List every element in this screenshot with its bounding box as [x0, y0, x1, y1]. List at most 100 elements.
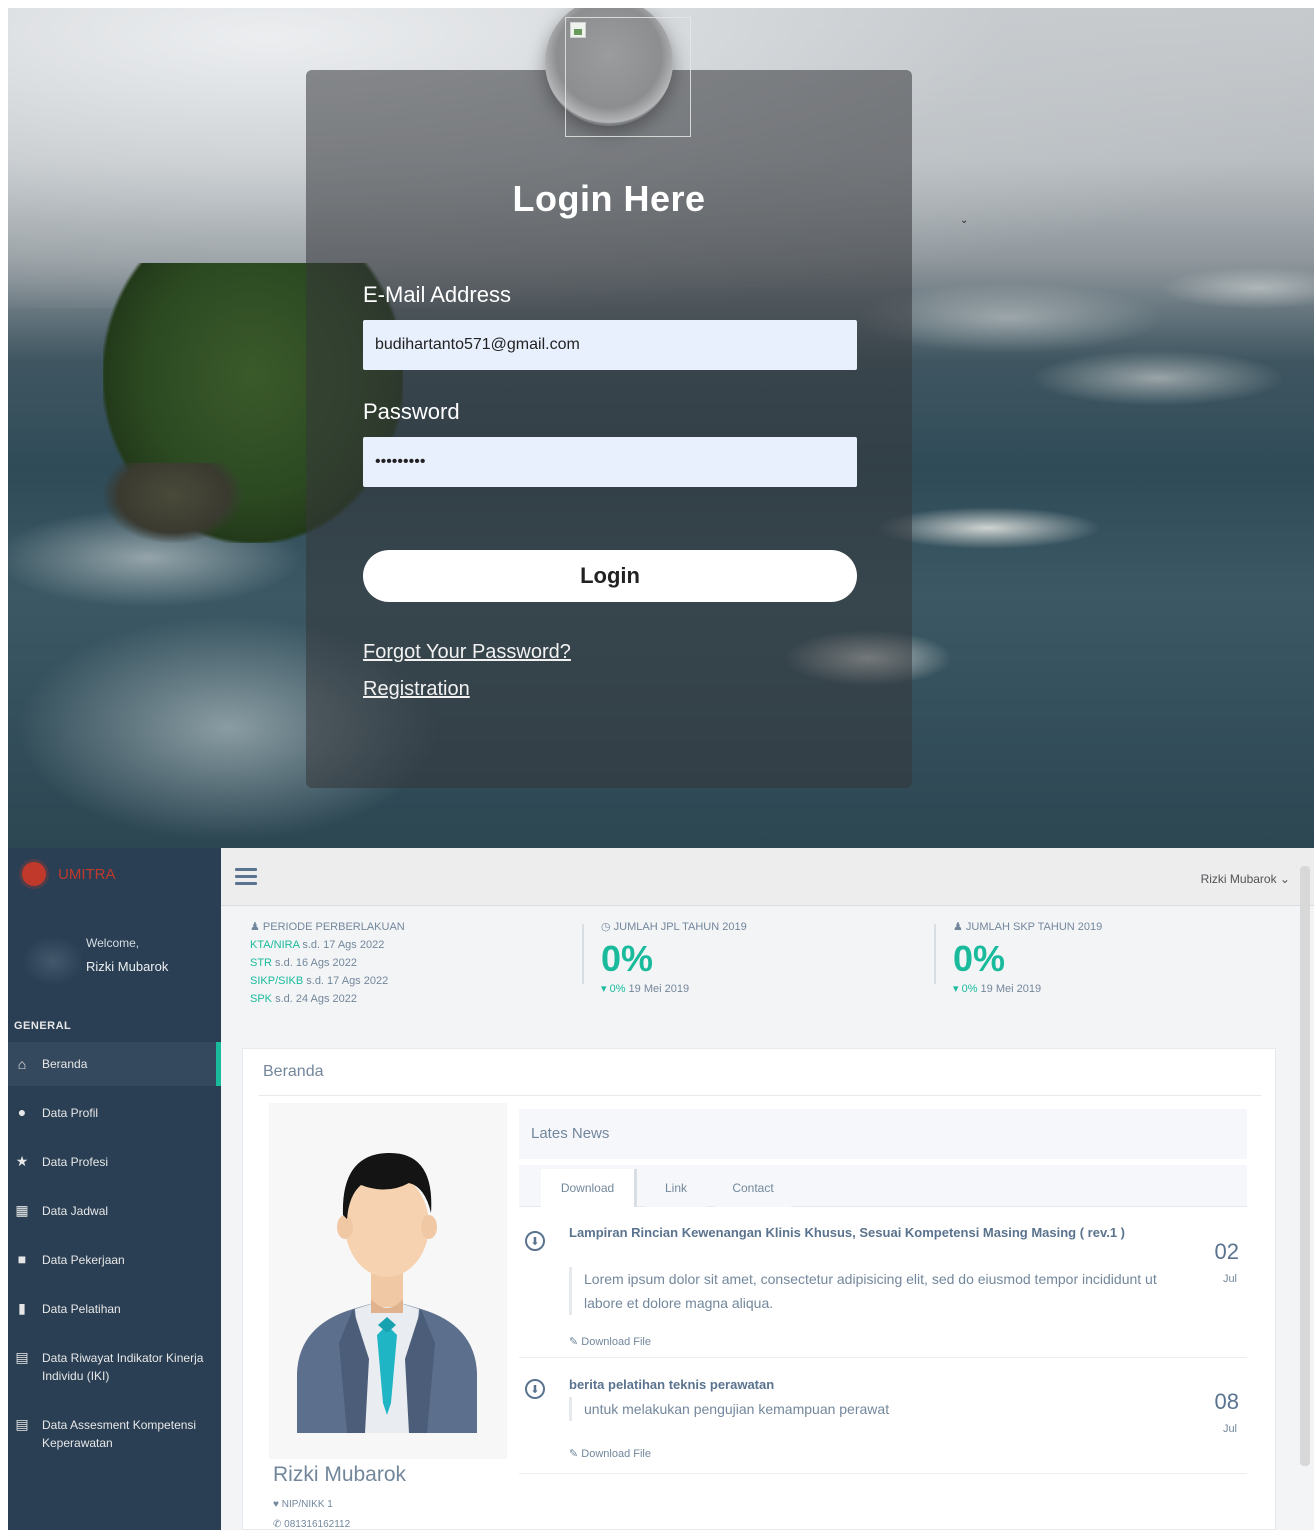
news-month: Jul — [1222, 1273, 1237, 1285]
user-avatar-illustration — [297, 1152, 477, 1433]
sidebar-item-label: Data Jadwal — [42, 1204, 109, 1218]
sidebar-item-label: Data Pekerjaan — [42, 1253, 125, 1267]
login-button[interactable]: Login — [363, 550, 857, 602]
sidebar: UMITRA Welcome, Rizki Mubarok GENERAL ⌂ … — [8, 848, 221, 1530]
periode-line: STR s.d. 16 Ags 2022 — [250, 954, 388, 972]
stats-tiles: ♟ PERIODE PERBERLAKUAN KTA/NIRA s.d. 17 … — [221, 914, 1314, 1014]
profile-nip: ♥ NIP/NIKK 1 — [273, 1499, 333, 1510]
top-navbar: Rizki Mubarok ⌄ — [221, 848, 1314, 906]
periode-date: s.d. 17 Ags 2022 — [303, 975, 389, 987]
download-file-link[interactable]: ✎ Download File — [569, 1335, 651, 1348]
news-divider — [519, 1357, 1247, 1358]
tab-download[interactable]: Download — [541, 1169, 637, 1207]
tile-periode-lines: KTA/NIRA s.d. 17 Ags 2022 STR s.d. 16 Ag… — [250, 936, 388, 1008]
email-field[interactable]: budihartanto571@gmail.com — [363, 320, 857, 370]
periode-line: KTA/NIRA s.d. 17 Ags 2022 — [250, 936, 388, 954]
dashboard-screen: UMITRA Welcome, Rizki Mubarok GENERAL ⌂ … — [8, 848, 1314, 1530]
news-header: Lates News — [519, 1109, 1247, 1159]
periode-date: s.d. 17 Ags 2022 — [299, 939, 385, 951]
sidebar-item-data-pelatihan[interactable]: ▮ Data Pelatihan — [8, 1300, 221, 1318]
panel-title: Beranda — [263, 1063, 324, 1080]
sidebar-item-label: Data Riwayat Indikator Kinerja Individu … — [42, 1351, 204, 1383]
periode-key[interactable]: SIKP/SIKB — [250, 975, 303, 987]
sidebar-item-label: Data Pelatihan — [42, 1302, 121, 1316]
sidebar-item-label: Data Profesi — [42, 1155, 109, 1169]
welcome-text: Welcome, — [86, 936, 140, 950]
sidebar-avatar — [22, 936, 84, 986]
beranda-panel: Beranda Rizki Mubarok ♥ NIP/NIKK 1 ✆ 081… — [242, 1048, 1276, 1530]
tile-jpl-sub: ▾ 0% 19 Mei 2019 — [601, 982, 689, 995]
tile-skp-value: 0% — [953, 938, 1006, 979]
tile-skp-date: 19 Mei 2019 — [977, 983, 1042, 995]
bookmark-icon: ▮ — [18, 1300, 26, 1316]
forgot-password-link[interactable]: Forgot Your Password? — [363, 641, 571, 664]
news-excerpt: Lorem ipsum dolor sit amet, consectetur … — [569, 1267, 1189, 1315]
tile-jpl-change: ▾ 0% — [601, 983, 626, 995]
sidebar-item-beranda[interactable]: ⌂ Beranda — [8, 1042, 221, 1086]
periode-date: s.d. 16 Ags 2022 — [272, 957, 358, 969]
file-icon: ▤ — [15, 1349, 29, 1365]
news-divider — [519, 1473, 1247, 1474]
sidebar-item-data-profesi[interactable]: ★ Data Profesi — [8, 1153, 221, 1171]
user-icon: ● — [17, 1104, 27, 1120]
news-day: 08 — [1214, 1389, 1239, 1414]
profile-phone: ✆ 081316162112 — [273, 1519, 351, 1530]
panel-divider — [259, 1095, 1261, 1096]
star-icon: ★ — [15, 1153, 29, 1169]
email-label: E-Mail Address — [363, 282, 511, 307]
tab-contact[interactable]: Contact — [715, 1169, 791, 1207]
bird-icon: ⌄ — [960, 215, 969, 226]
tile-jpl-title: ◷ JUMLAH JPL TAHUN 2019 — [601, 921, 747, 933]
calendar-icon: ▦ — [15, 1202, 29, 1218]
briefcase-icon: ■ — [17, 1251, 27, 1267]
news-month: Jul — [1222, 1423, 1237, 1435]
profile-name: Rizki Mubarok — [273, 1463, 407, 1486]
page-scrollbar[interactable] — [1300, 866, 1310, 1466]
sidebar-item-data-assesment[interactable]: ▤ Data Assesment Kompetensi Keperawatan — [8, 1416, 213, 1452]
news-excerpt: untuk melakukan pengujian kemampuan pera… — [569, 1397, 1189, 1421]
sidebar-item-label: Beranda — [42, 1057, 88, 1071]
tile-skp-sub: ▾ 0% 19 Mei 2019 — [953, 982, 1041, 995]
sidebar-item-data-profil[interactable]: ● Data Profil — [8, 1104, 221, 1122]
profile-picture — [269, 1103, 507, 1459]
download-file-link[interactable]: ✎ Download File — [569, 1447, 651, 1460]
news-title: Lates News — [531, 1125, 610, 1142]
sidebar-item-label: Data Assesment Kompetensi Keperawatan — [42, 1418, 197, 1450]
tile-divider — [582, 924, 584, 984]
news-heading[interactable]: Lampiran Rincian Kewenangan Klinis Khusu… — [569, 1225, 1189, 1240]
password-label: Password — [363, 399, 460, 424]
tile-periode-title: ♟ PERIODE PERBERLAKUAN — [250, 921, 405, 933]
periode-key[interactable]: STR — [250, 957, 272, 969]
tile-skp-title: ♟ JUMLAH SKP TAHUN 2019 — [953, 921, 1103, 933]
menu-toggle-icon[interactable] — [235, 868, 257, 886]
download-circle-icon: ⬇ — [525, 1231, 545, 1251]
tile-jpl-value: 0% — [601, 938, 654, 979]
menu-section-title: GENERAL — [14, 1020, 72, 1032]
brand-bar[interactable]: UMITRA — [8, 848, 221, 900]
tab-link[interactable]: Link — [645, 1169, 707, 1207]
sidebar-item-data-riwayat-iki[interactable]: ▤ Data Riwayat Indikator Kinerja Individ… — [8, 1349, 208, 1385]
periode-key[interactable]: SPK — [250, 993, 272, 1005]
file-text-icon: ▤ — [15, 1416, 29, 1432]
home-icon: ⌂ — [17, 1056, 27, 1072]
brand-name: UMITRA — [58, 865, 116, 883]
sidebar-item-label: Data Profil — [42, 1106, 99, 1120]
brand-logo-icon — [22, 862, 46, 886]
background-rock — [103, 463, 243, 543]
login-screen: ⌄ Login Here E-Mail Address budihartanto… — [8, 8, 1314, 848]
news-day: 02 — [1214, 1239, 1239, 1264]
download-circle-icon: ⬇ — [525, 1379, 545, 1399]
user-menu-dropdown[interactable]: Rizki Mubarok ⌄ — [1201, 872, 1290, 886]
tile-jpl-date: 19 Mei 2019 — [625, 983, 690, 995]
periode-date: s.d. 24 Ags 2022 — [272, 993, 358, 1005]
registration-link[interactable]: Registration — [363, 678, 470, 701]
password-field[interactable]: ••••••••• — [363, 437, 857, 487]
welcome-name: Rizki Mubarok — [86, 959, 169, 974]
news-heading[interactable]: berita pelatihan teknis perawatan — [569, 1377, 1189, 1392]
sidebar-item-data-jadwal[interactable]: ▦ Data Jadwal — [8, 1202, 221, 1220]
sidebar-item-data-pekerjaan[interactable]: ■ Data Pekerjaan — [8, 1251, 221, 1269]
login-title: Login Here — [512, 178, 706, 219]
periode-key[interactable]: KTA/NIRA — [250, 939, 299, 951]
broken-image-icon — [570, 22, 586, 38]
tile-divider — [934, 924, 936, 984]
